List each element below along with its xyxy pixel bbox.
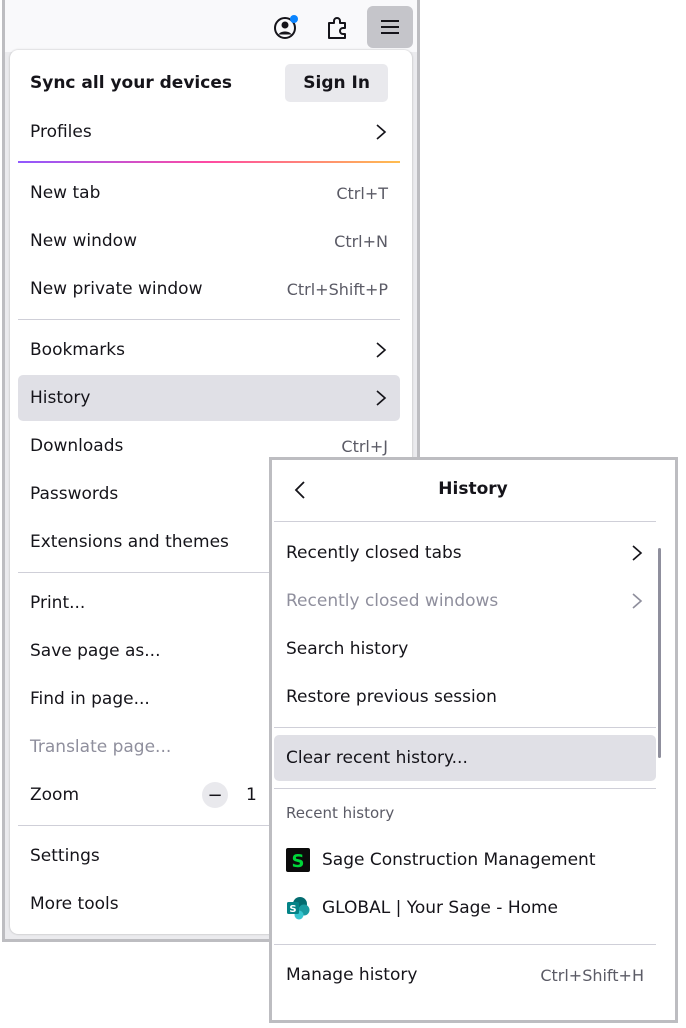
chevron-right-icon <box>376 342 387 358</box>
gradient-separator <box>18 161 400 163</box>
shortcut-text: Ctrl+N <box>334 231 388 251</box>
sync-title: Sync all your devices <box>30 73 232 93</box>
sharepoint-favicon-icon: S <box>287 897 310 920</box>
menu-item-label: Search history <box>286 639 409 659</box>
history-item-clear-recent[interactable]: Clear recent history... <box>274 735 656 781</box>
history-title: History <box>438 479 508 499</box>
separator <box>274 521 656 522</box>
history-scrollbar[interactable] <box>658 548 661 758</box>
menu-item-label: Recently closed tabs <box>286 543 462 563</box>
shortcut-text: Ctrl+T <box>336 183 388 203</box>
shortcut-text: Ctrl+Shift+P <box>286 279 388 299</box>
chevron-right-icon <box>376 390 387 406</box>
menu-item-label: GLOBAL | Your Sage - Home <box>322 898 559 918</box>
menu-item-label: Recently closed windows <box>286 591 499 611</box>
shortcut-text: Ctrl+Shift+H <box>540 965 644 985</box>
chevron-right-icon <box>376 124 387 140</box>
separator <box>18 319 400 320</box>
history-item-recently-closed-windows: Recently closed windows <box>274 578 656 624</box>
sage-construction-favicon-icon: S <box>286 848 310 872</box>
account-button[interactable] <box>263 6 309 48</box>
menu-item-label: Restore previous session <box>286 687 497 707</box>
menu-item-label: Manage history <box>286 965 418 985</box>
menu-item-label: New tab <box>30 183 101 203</box>
shortcut-text: Ctrl+J <box>341 436 388 456</box>
history-header: History <box>272 460 674 518</box>
extensions-button[interactable] <box>315 6 361 48</box>
menu-item-bookmarks[interactable]: Bookmarks <box>18 327 400 373</box>
menu-item-profiles[interactable]: Profiles <box>18 109 400 155</box>
zoom-level: 1 <box>246 785 257 805</box>
separator <box>274 788 656 789</box>
history-panel: History Recently closed tabs Recently cl… <box>272 460 674 1018</box>
menu-item-new-tab[interactable]: New tab Ctrl+T <box>18 170 400 216</box>
menu-item-label: New private window <box>30 279 203 299</box>
menu-item-label: Clear recent history... <box>286 748 468 768</box>
recent-history-heading: Recent history <box>286 804 395 822</box>
chevron-right-icon <box>632 545 643 561</box>
app-menu-button[interactable] <box>367 6 413 48</box>
zoom-out-button[interactable]: − <box>202 782 228 808</box>
menu-item-label: Sage Construction Management <box>322 850 596 870</box>
chevron-left-icon <box>294 481 305 499</box>
history-item-manage-history[interactable]: Manage history Ctrl+Shift+H <box>274 952 656 998</box>
menu-item-label: Bookmarks <box>30 340 125 360</box>
recent-history-item[interactable]: S Sage Construction Management <box>274 837 656 883</box>
svg-text:S: S <box>289 904 296 915</box>
menu-item-new-window[interactable]: New window Ctrl+N <box>18 218 400 264</box>
menu-item-new-private-window[interactable]: New private window Ctrl+Shift+P <box>18 266 400 312</box>
menu-item-label: History <box>30 388 91 408</box>
sync-row: Sync all your devices Sign In <box>18 60 400 106</box>
back-button[interactable] <box>284 474 316 506</box>
recent-history-item[interactable]: S GLOBAL | Your Sage - Home <box>274 885 656 931</box>
browser-toolbar <box>5 0 417 52</box>
sign-in-button[interactable]: Sign In <box>285 64 388 102</box>
menu-item-label: Profiles <box>30 122 92 142</box>
history-item-recently-closed-tabs[interactable]: Recently closed tabs <box>274 530 656 576</box>
account-icon <box>274 15 298 39</box>
chevron-right-icon <box>632 593 643 609</box>
svg-text:S: S <box>292 851 305 872</box>
history-item-search-history[interactable]: Search history <box>274 626 656 672</box>
history-item-restore-session[interactable]: Restore previous session <box>274 674 656 720</box>
separator <box>274 944 656 945</box>
separator <box>274 727 656 728</box>
menu-item-label: New window <box>30 231 137 251</box>
extensions-icon <box>328 17 346 39</box>
hamburger-menu-icon <box>381 20 399 34</box>
menu-item-label: Downloads <box>30 436 124 456</box>
menu-item-history[interactable]: History <box>18 375 400 421</box>
